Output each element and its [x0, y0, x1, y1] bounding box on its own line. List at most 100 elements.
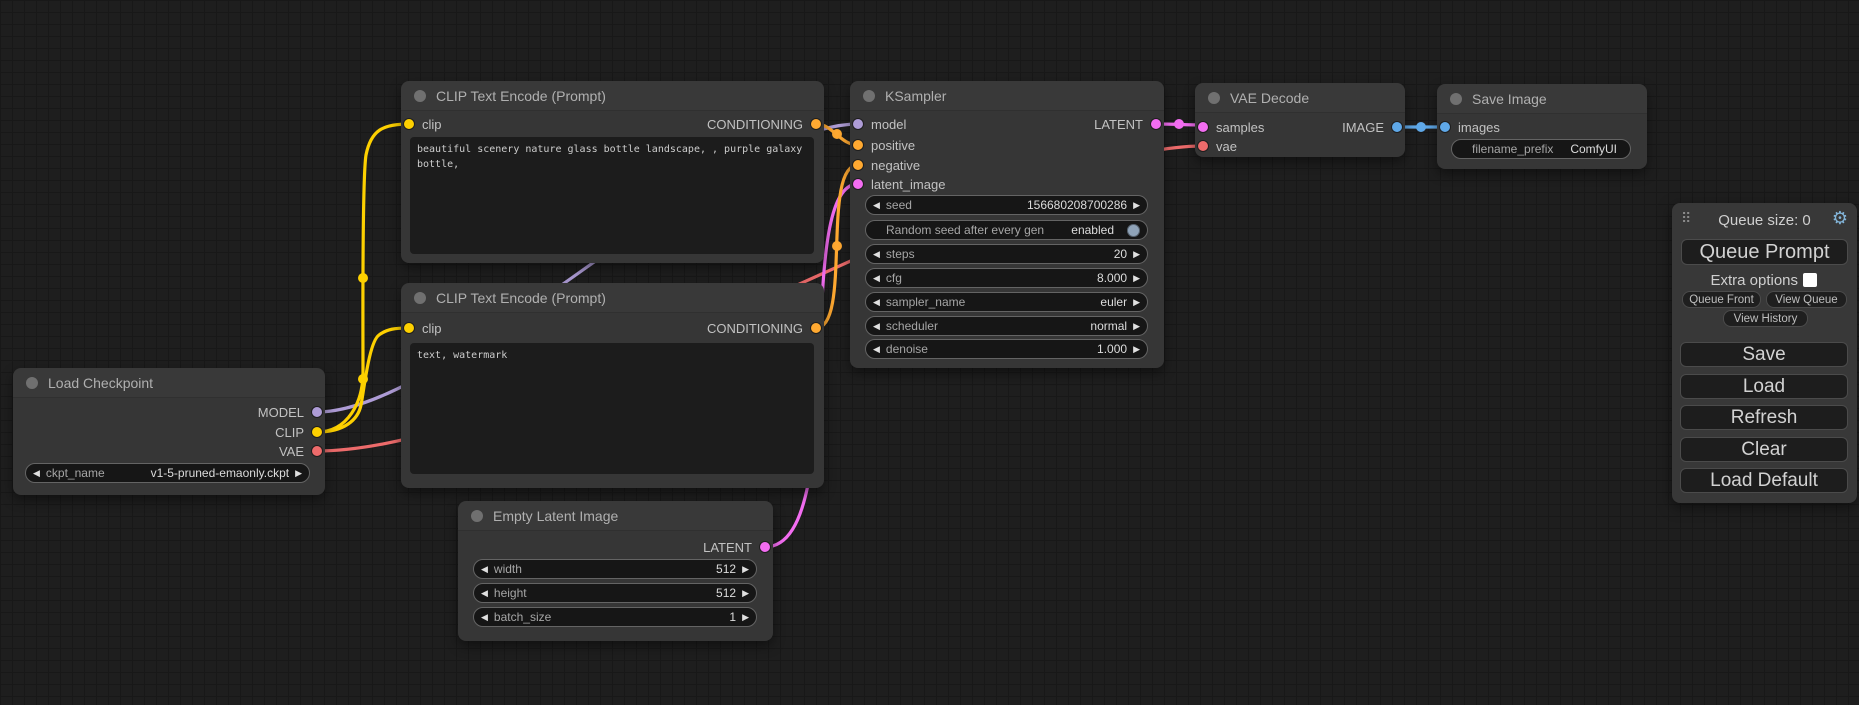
output-slot-conditioning[interactable]: CONDITIONING: [707, 318, 821, 338]
widget-cfg[interactable]: ◀ cfg 8.000 ▶: [865, 268, 1148, 288]
node-empty-latent-image[interactable]: Empty Latent Image LATENT ◀ width 512 ▶ …: [458, 501, 773, 641]
output-slot-image[interactable]: IMAGE: [1342, 117, 1402, 137]
slot-dot-model[interactable]: [312, 407, 322, 417]
collapse-dot-icon[interactable]: [1450, 93, 1462, 105]
input-slot-positive[interactable]: positive: [853, 135, 915, 155]
slot-dot-conditioning[interactable]: [853, 160, 863, 170]
gear-icon[interactable]: ⚙: [1832, 209, 1848, 227]
input-slot-clip[interactable]: clip: [404, 318, 442, 338]
increment-arrow-icon[interactable]: ▶: [742, 565, 749, 574]
input-slot-samples[interactable]: samples: [1198, 117, 1264, 137]
increment-arrow-icon[interactable]: ▶: [1133, 298, 1140, 307]
refresh-button[interactable]: Refresh: [1680, 405, 1848, 430]
widget-batch-size[interactable]: ◀ batch_size 1 ▶: [473, 607, 757, 627]
widget-height[interactable]: ◀ height 512 ▶: [473, 583, 757, 603]
increment-arrow-icon[interactable]: ▶: [1133, 274, 1140, 283]
input-slot-vae[interactable]: vae: [1198, 136, 1237, 156]
slot-dot-latent[interactable]: [853, 179, 863, 189]
increment-arrow-icon[interactable]: ▶: [742, 613, 749, 622]
collapse-dot-icon[interactable]: [1208, 92, 1220, 104]
clear-button[interactable]: Clear: [1680, 437, 1848, 462]
toggle-enabled-icon[interactable]: [1127, 224, 1140, 237]
slot-dot-image[interactable]: [1440, 122, 1450, 132]
slot-dot-conditioning[interactable]: [853, 140, 863, 150]
output-slot-model[interactable]: MODEL: [258, 402, 322, 422]
node-clip-encode-positive[interactable]: CLIP Text Encode (Prompt) clip CONDITION…: [401, 81, 824, 263]
link-midpoint-dot[interactable]: [1174, 119, 1184, 129]
slot-dot-latent[interactable]: [1198, 122, 1208, 132]
prompt-textarea[interactable]: beautiful scenery nature glass bottle la…: [410, 137, 814, 254]
input-slot-images[interactable]: images: [1440, 117, 1500, 137]
collapse-dot-icon[interactable]: [414, 90, 426, 102]
node-title-bar[interactable]: CLIP Text Encode (Prompt): [401, 283, 824, 313]
decrement-arrow-icon[interactable]: ◀: [33, 469, 40, 478]
slot-dot-clip[interactable]: [312, 427, 322, 437]
increment-arrow-icon[interactable]: ▶: [1133, 322, 1140, 331]
increment-arrow-icon[interactable]: ▶: [1133, 345, 1140, 354]
increment-arrow-icon[interactable]: ▶: [742, 589, 749, 598]
slot-dot-conditioning[interactable]: [811, 119, 821, 129]
link-midpoint-dot[interactable]: [358, 374, 368, 384]
input-slot-negative[interactable]: negative: [853, 155, 920, 175]
increment-arrow-icon[interactable]: ▶: [295, 469, 302, 478]
queue-prompt-button[interactable]: Queue Prompt: [1681, 239, 1848, 265]
link-midpoint-dot[interactable]: [832, 129, 842, 139]
node-clip-encode-negative[interactable]: CLIP Text Encode (Prompt) clip CONDITION…: [401, 283, 824, 488]
increment-arrow-icon[interactable]: ▶: [1133, 250, 1140, 259]
collapse-dot-icon[interactable]: [26, 377, 38, 389]
prompt-textarea[interactable]: text, watermark: [410, 343, 814, 474]
collapse-dot-icon[interactable]: [471, 510, 483, 522]
input-slot-clip[interactable]: clip: [404, 114, 442, 134]
slot-dot-latent[interactable]: [1151, 119, 1161, 129]
load-button[interactable]: Load: [1680, 374, 1848, 399]
widget-seed[interactable]: ◀ seed 156680208700286 ▶: [865, 195, 1148, 215]
node-save-image[interactable]: Save Image images filename_prefix ComfyU…: [1437, 84, 1647, 169]
slot-dot-image[interactable]: [1392, 122, 1402, 132]
node-title-bar[interactable]: Empty Latent Image: [458, 501, 773, 531]
output-slot-vae[interactable]: VAE: [279, 441, 322, 461]
extra-options-checkbox[interactable]: [1803, 273, 1817, 287]
decrement-arrow-icon[interactable]: ◀: [873, 345, 880, 354]
slot-dot-clip[interactable]: [404, 119, 414, 129]
link-midpoint-dot[interactable]: [1416, 122, 1426, 132]
load-default-button[interactable]: Load Default: [1680, 468, 1848, 493]
link-midpoint-dot[interactable]: [832, 241, 842, 251]
output-slot-latent[interactable]: LATENT: [703, 537, 770, 557]
decrement-arrow-icon[interactable]: ◀: [481, 613, 488, 622]
decrement-arrow-icon[interactable]: ◀: [873, 250, 880, 259]
widget-steps[interactable]: ◀ steps 20 ▶: [865, 244, 1148, 264]
slot-dot-latent[interactable]: [760, 542, 770, 552]
output-slot-conditioning[interactable]: CONDITIONING: [707, 114, 821, 134]
view-history-button[interactable]: View History: [1723, 310, 1808, 327]
node-load-checkpoint[interactable]: Load Checkpoint MODEL CLIP VAE ◀ ckpt_na…: [13, 368, 325, 495]
queue-front-button[interactable]: Queue Front: [1682, 291, 1761, 308]
save-button[interactable]: Save: [1680, 342, 1848, 367]
widget-sampler-name[interactable]: ◀ sampler_name euler ▶: [865, 292, 1148, 312]
widget-width[interactable]: ◀ width 512 ▶: [473, 559, 757, 579]
node-title-bar[interactable]: CLIP Text Encode (Prompt): [401, 81, 824, 111]
input-slot-latent-image[interactable]: latent_image: [853, 174, 945, 194]
output-slot-latent[interactable]: LATENT: [1094, 114, 1161, 134]
widget-scheduler[interactable]: ◀ scheduler normal ▶: [865, 316, 1148, 336]
input-slot-model[interactable]: model: [853, 114, 906, 134]
decrement-arrow-icon[interactable]: ◀: [481, 565, 488, 574]
slot-dot-clip[interactable]: [404, 323, 414, 333]
increment-arrow-icon[interactable]: ▶: [1133, 201, 1140, 210]
node-title-bar[interactable]: Save Image: [1437, 84, 1647, 114]
decrement-arrow-icon[interactable]: ◀: [873, 298, 880, 307]
node-title-bar[interactable]: KSampler: [850, 81, 1164, 111]
decrement-arrow-icon[interactable]: ◀: [873, 322, 880, 331]
collapse-dot-icon[interactable]: [863, 90, 875, 102]
decrement-arrow-icon[interactable]: ◀: [873, 274, 880, 283]
decrement-arrow-icon[interactable]: ◀: [873, 201, 880, 210]
slot-dot-vae[interactable]: [1198, 141, 1208, 151]
node-title-bar[interactable]: Load Checkpoint: [13, 368, 325, 398]
node-ksampler[interactable]: KSampler model positive negative latent_…: [850, 81, 1164, 368]
widget-random-seed[interactable]: Random seed after every gen enabled: [865, 220, 1148, 240]
output-slot-clip[interactable]: CLIP: [275, 422, 322, 442]
widget-ckpt-name[interactable]: ◀ ckpt_name v1-5-pruned-emaonly.ckpt ▶: [25, 463, 310, 483]
widget-denoise[interactable]: ◀ denoise 1.000 ▶: [865, 339, 1148, 359]
widget-filename-prefix[interactable]: filename_prefix ComfyUI: [1451, 139, 1631, 159]
node-vae-decode[interactable]: VAE Decode samples vae IMAGE: [1195, 83, 1405, 157]
node-title-bar[interactable]: VAE Decode: [1195, 83, 1405, 113]
